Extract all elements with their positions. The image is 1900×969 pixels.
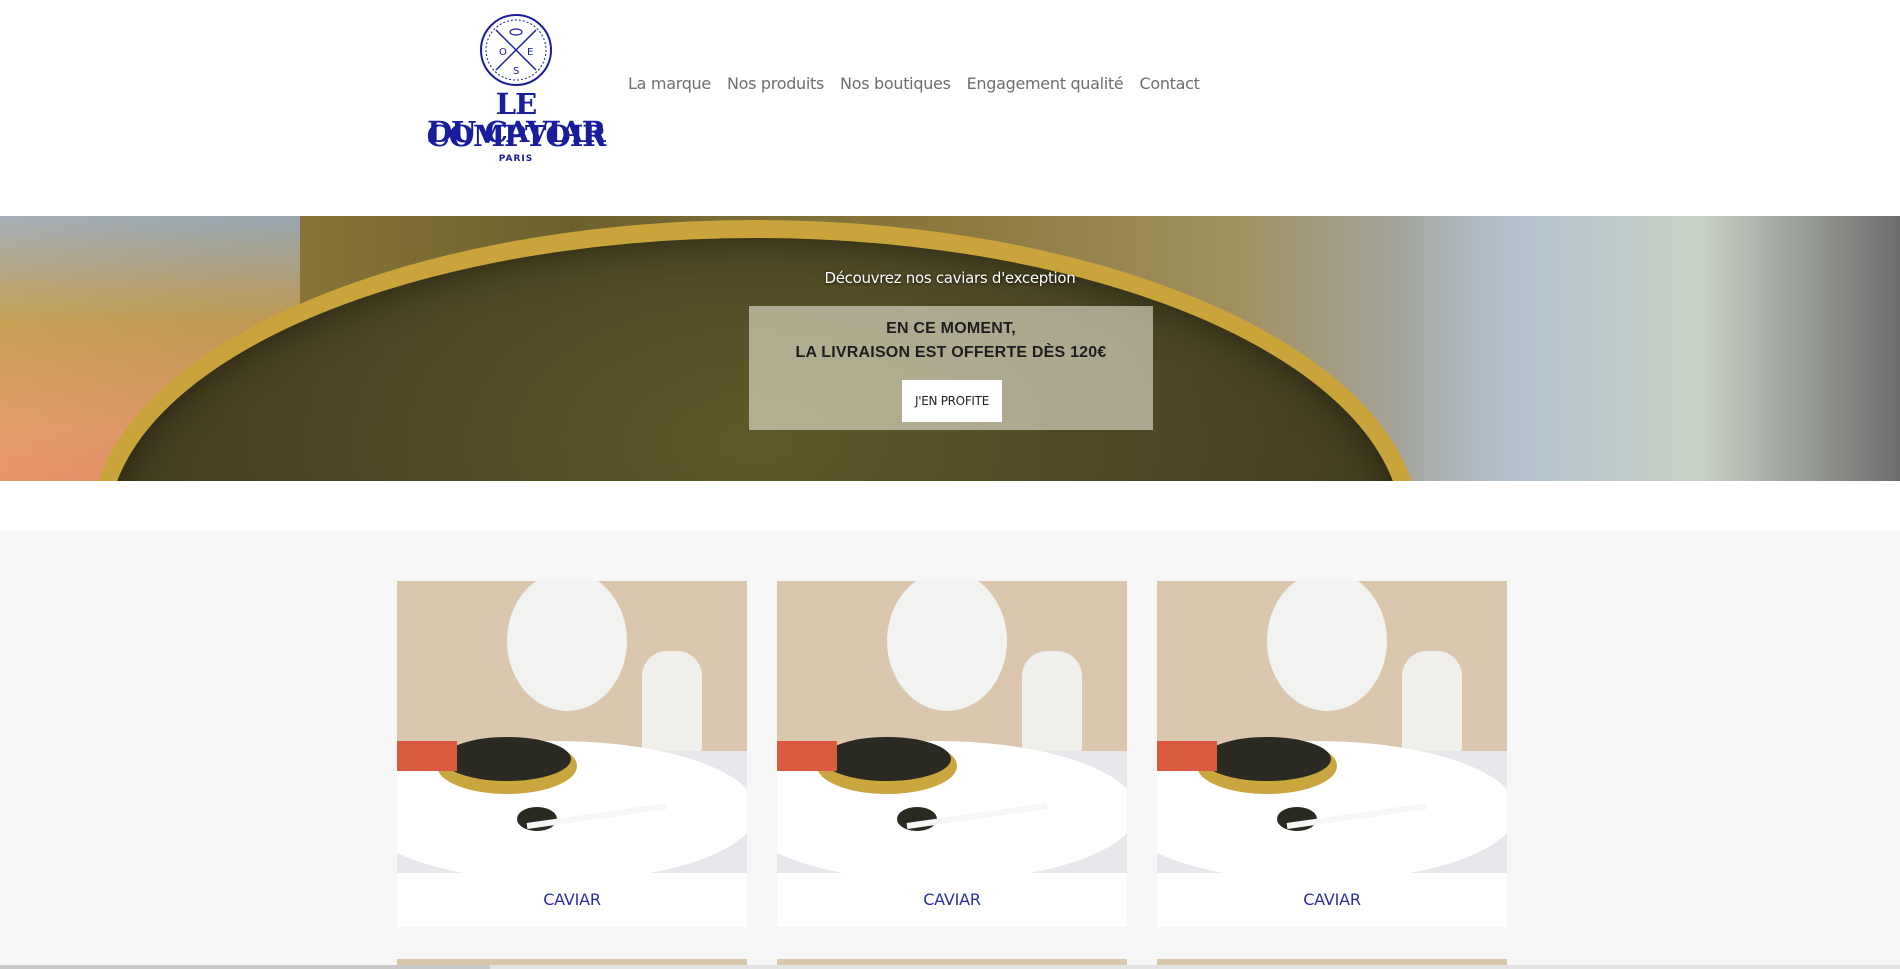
- logo-city: PARIS: [498, 154, 534, 164]
- emblem-letter-o: O: [499, 47, 507, 58]
- horizontal-scrollbar[interactable]: [0, 965, 1900, 969]
- product-title: CAVIAR: [923, 890, 981, 909]
- product-card[interactable]: CAVIAR: [777, 581, 1127, 927]
- hero-background-right: [1400, 216, 1900, 481]
- nav-item-nos-produits[interactable]: Nos produits: [727, 72, 824, 96]
- promo-line-2: LA LIVRAISON EST OFFERTE DÈS 120€: [795, 344, 1107, 361]
- product-image: [1157, 581, 1507, 873]
- emblem-letter-s: S: [513, 66, 519, 77]
- product-image: [777, 581, 1127, 873]
- hero-banner: Découvrez nos caviars d'exception EN CE …: [0, 216, 1900, 481]
- product-title: CAVIAR: [1303, 890, 1361, 909]
- product-card[interactable]: CAVIAR: [397, 581, 747, 927]
- nav-item-engagement-qualite[interactable]: Engagement qualité: [967, 72, 1124, 96]
- product-title: CAVIAR: [543, 890, 601, 909]
- promo-box: EN CE MOMENT, LA LIVRAISON EST OFFERTE D…: [749, 306, 1153, 430]
- emblem-letter-e: E: [527, 47, 533, 58]
- product-card[interactable]: CAVIAR: [1157, 581, 1507, 927]
- product-image: [397, 581, 747, 873]
- promo-line-1: EN CE MOMENT,: [886, 320, 1016, 337]
- main-nav: La marque Nos produits Nos boutiques Eng…: [628, 72, 1200, 96]
- caviar-plate-illustration: [777, 581, 1127, 873]
- logo-line-2: DU CAVIAR: [427, 115, 606, 149]
- nav-item-nos-boutiques[interactable]: Nos boutiques: [840, 72, 951, 96]
- product-grid: CAVIAR CAVIAR CAVIAR: [0, 531, 1900, 969]
- site-header: O E S LE COMPTOIR DU CAVIAR PARIS La mar…: [0, 0, 1900, 216]
- promo-cta-button[interactable]: J'EN PROFITE: [902, 380, 1002, 422]
- caviar-plate-illustration: [397, 581, 747, 873]
- compass-emblem-icon: O E S: [480, 14, 552, 86]
- scrollbar-thumb[interactable]: [0, 965, 490, 969]
- caviar-plate-illustration: [1157, 581, 1507, 873]
- nav-item-contact[interactable]: Contact: [1139, 72, 1199, 96]
- nav-item-la-marque[interactable]: La marque: [628, 72, 711, 96]
- hero-subtitle: Découvrez nos caviars d'exception: [824, 269, 1076, 287]
- brand-logo[interactable]: O E S LE COMPTOIR DU CAVIAR PARIS: [420, 12, 612, 164]
